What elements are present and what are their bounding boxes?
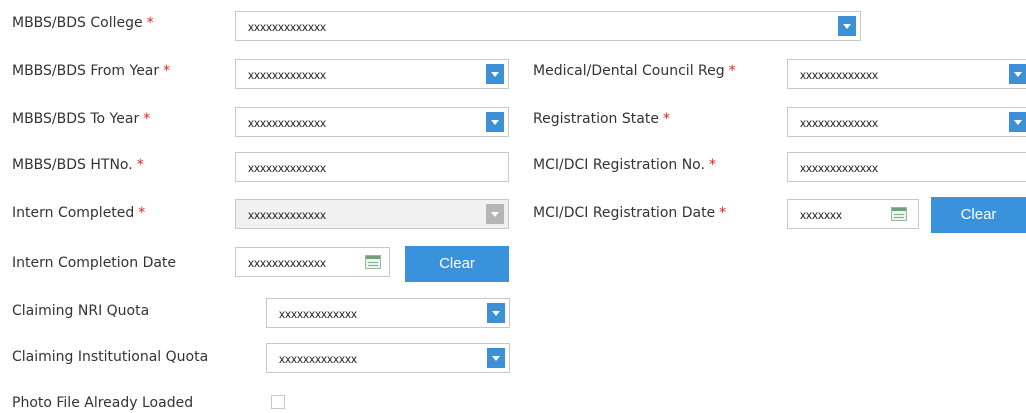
- institutional-quota-select[interactable]: xxxxxxxxxxxxx: [266, 343, 510, 373]
- registration-state-value: xxxxxxxxxxxxx: [800, 116, 878, 130]
- mci-reg-date-input[interactable]: xxxxxxx: [787, 199, 919, 229]
- photo-loaded-label: Photo File Already Loaded: [12, 395, 194, 411]
- to-year-value: xxxxxxxxxxxxx: [248, 116, 326, 130]
- intern-completed-select: xxxxxxxxxxxxx: [235, 199, 509, 229]
- chevron-down-icon[interactable]: [1009, 112, 1026, 132]
- htno-label: MBBS/BDS HTNo. *: [12, 157, 144, 173]
- council-reg-value: xxxxxxxxxxxxx: [800, 68, 878, 82]
- institutional-quota-value: xxxxxxxxxxxxx: [279, 352, 357, 366]
- required-marker: *: [662, 111, 670, 127]
- chevron-down-icon[interactable]: [487, 348, 505, 368]
- intern-completion-date-value: xxxxxxxxxxxxx: [248, 256, 326, 270]
- required-marker: *: [163, 63, 171, 79]
- nri-quota-label: Claiming NRI Quota: [12, 303, 150, 319]
- intern-completed-value: xxxxxxxxxxxxx: [248, 208, 326, 222]
- chevron-down-icon[interactable]: [1009, 64, 1026, 84]
- required-marker: *: [146, 15, 154, 31]
- nri-quota-select[interactable]: xxxxxxxxxxxxx: [266, 298, 510, 328]
- chevron-down-icon[interactable]: [838, 16, 856, 36]
- chevron-down-icon: [486, 204, 504, 224]
- mci-reg-no-input[interactable]: xxxxxxxxxxxxx: [787, 152, 1026, 182]
- intern-completed-label: Intern Completed *: [12, 205, 146, 221]
- registration-state-label: Registration State *: [533, 111, 670, 127]
- mci-reg-date-label: MCI/DCI Registration Date *: [533, 205, 727, 221]
- to-year-label: MBBS/BDS To Year *: [12, 111, 151, 127]
- council-reg-label: Medical/Dental Council Reg *: [533, 63, 736, 79]
- college-label: MBBS/BDS College *: [12, 15, 154, 31]
- from-year-select[interactable]: xxxxxxxxxxxxx: [235, 59, 509, 89]
- from-year-value: xxxxxxxxxxxxx: [248, 68, 326, 82]
- htno-value: xxxxxxxxxxxxx: [248, 161, 326, 175]
- photo-loaded-checkbox[interactable]: [271, 395, 285, 409]
- from-year-label: MBBS/BDS From Year *: [12, 63, 171, 79]
- mci-reg-no-label: MCI/DCI Registration No. *: [533, 157, 716, 173]
- required-marker: *: [136, 157, 144, 173]
- required-marker: *: [138, 205, 146, 221]
- chevron-down-icon[interactable]: [486, 112, 504, 132]
- nri-quota-value: xxxxxxxxxxxxx: [279, 307, 357, 321]
- intern-completion-date-clear-button[interactable]: Clear: [405, 246, 509, 282]
- registration-state-select[interactable]: xxxxxxxxxxxxx: [787, 107, 1026, 137]
- mci-reg-date-value: xxxxxxx: [800, 208, 842, 222]
- council-reg-select[interactable]: xxxxxxxxxxxxx: [787, 59, 1026, 89]
- htno-input[interactable]: xxxxxxxxxxxxx: [235, 152, 509, 182]
- required-marker: *: [708, 157, 716, 173]
- required-marker: *: [143, 111, 151, 127]
- mci-reg-date-clear-button[interactable]: Clear: [931, 197, 1026, 233]
- to-year-select[interactable]: xxxxxxxxxxxxx: [235, 107, 509, 137]
- required-marker: *: [728, 63, 736, 79]
- required-marker: *: [719, 205, 727, 221]
- institutional-quota-label: Claiming Institutional Quota: [12, 349, 209, 365]
- calendar-icon[interactable]: [891, 207, 907, 221]
- intern-completion-date-label: Intern Completion Date: [12, 255, 177, 271]
- mci-reg-no-value: xxxxxxxxxxxxx: [800, 161, 878, 175]
- college-value: xxxxxxxxxxxxx: [248, 20, 326, 34]
- calendar-icon[interactable]: [365, 255, 381, 269]
- intern-completion-date-input[interactable]: xxxxxxxxxxxxx: [235, 247, 390, 277]
- chevron-down-icon[interactable]: [487, 303, 505, 323]
- chevron-down-icon[interactable]: [486, 64, 504, 84]
- college-select[interactable]: xxxxxxxxxxxxx: [235, 11, 861, 41]
